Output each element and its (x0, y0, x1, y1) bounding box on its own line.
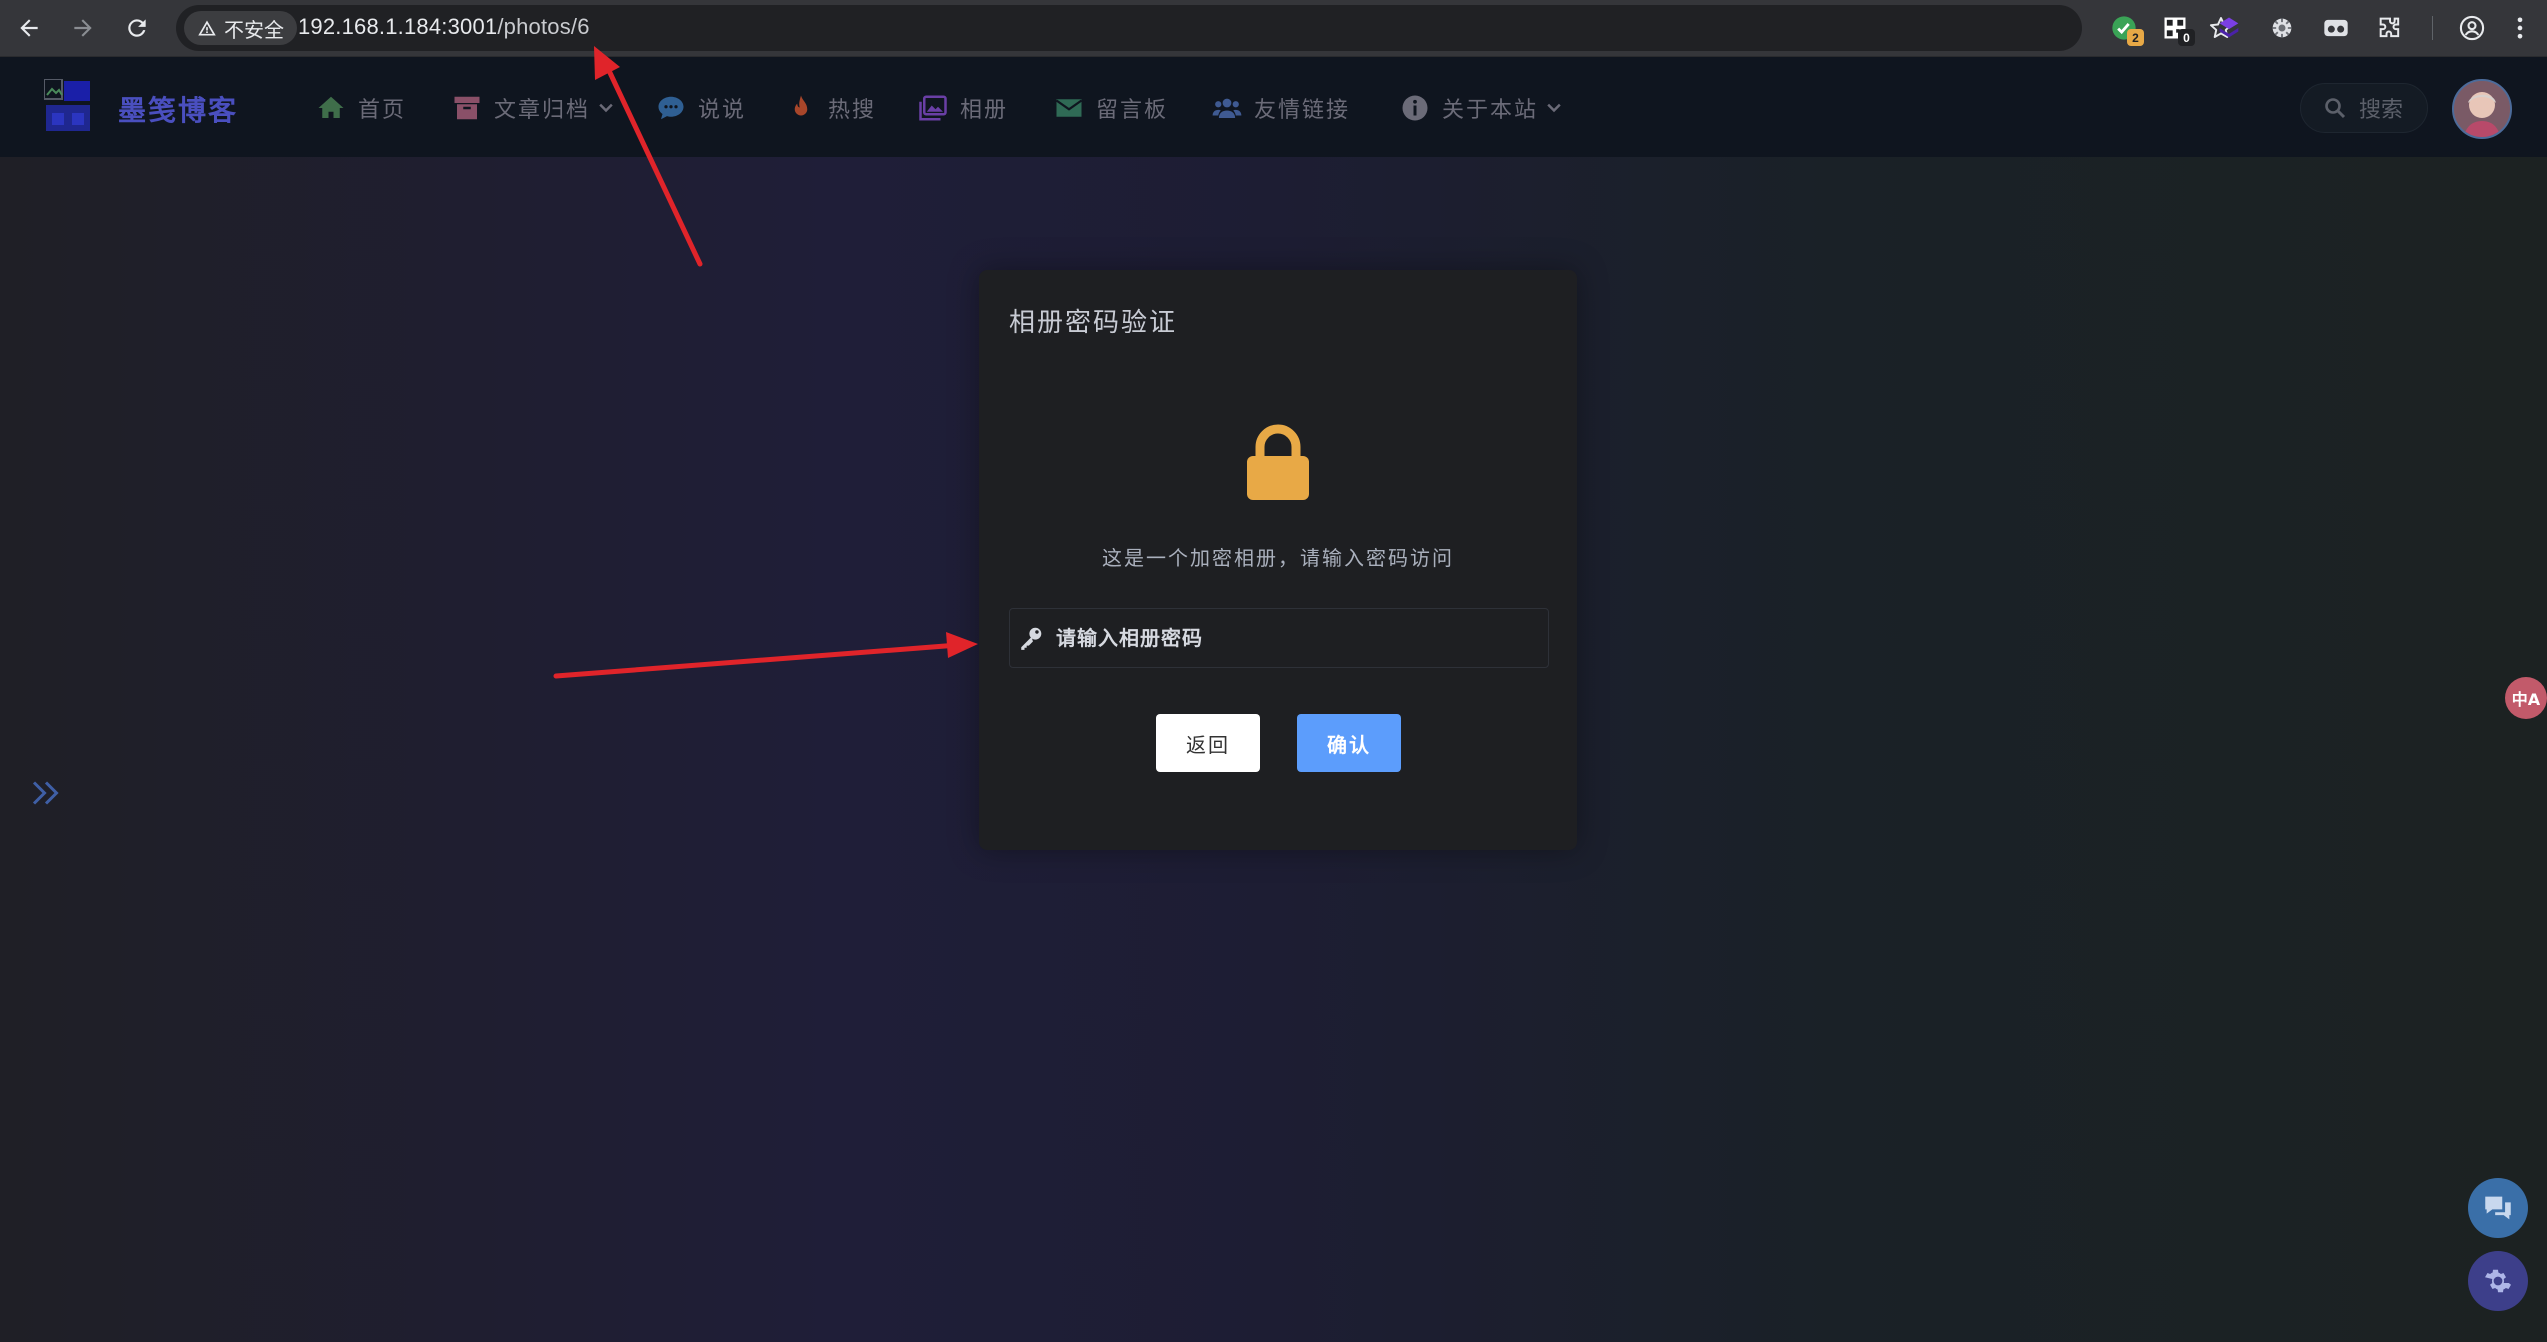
image-icon (919, 95, 947, 121)
album-password-dialog: 相册密码验证 这是一个加密相册，请输入密码访问 返回 确认 (979, 270, 1577, 850)
nav-hot-label: 热搜 (828, 98, 877, 123)
profile-button[interactable] (2452, 8, 2492, 48)
settings-float-button[interactable] (2468, 1251, 2528, 1311)
nav-home-label: 首页 (358, 98, 407, 123)
nav-album[interactable]: 相册 (918, 91, 1008, 125)
nav-archive-label: 文章归档 (494, 98, 591, 123)
puzzle-icon (2379, 17, 2400, 38)
browser-menu-button[interactable] (2500, 8, 2540, 48)
extension-gear-button[interactable] (2262, 8, 2302, 48)
dialog-message: 这是一个加密相册，请输入密码访问 (1102, 546, 1454, 570)
url-host: 192.168.1.184:3001 (298, 14, 498, 39)
extensions-menu-button[interactable] (2370, 8, 2410, 48)
users-icon (1212, 98, 1242, 118)
nav-talk[interactable]: 说说 (656, 91, 746, 125)
nav-archive[interactable]: 文章归档 (452, 91, 616, 125)
nav-about-label: 关于本站 (1442, 98, 1539, 123)
lock-icon (1247, 424, 1309, 500)
nav-talk-label: 说说 (698, 98, 747, 123)
extension-glasses-button[interactable] (2316, 8, 2356, 48)
comment-icon (658, 96, 684, 120)
home-icon (318, 96, 344, 118)
site-name[interactable]: 墨笺博客 (118, 89, 238, 129)
extension-qr-button[interactable]: 0 (2155, 8, 2195, 48)
comments-icon (2485, 1196, 2511, 1220)
envelope-icon (1055, 99, 1083, 117)
nav-home[interactable]: 首页 (316, 91, 406, 125)
more-vert-icon (2517, 17, 2523, 39)
nav-about[interactable]: 关于本站 (1400, 91, 1564, 125)
toolbar-separator (2432, 16, 2433, 40)
forward-button[interactable] (62, 7, 104, 49)
nav-hot[interactable]: 热搜 (786, 91, 876, 125)
gear-icon (2485, 1269, 2511, 1293)
fire-icon (794, 95, 808, 116)
site-search-button[interactable]: 搜索 (2300, 83, 2428, 133)
confirm-button[interactable]: 确认 (1297, 714, 1401, 772)
site-search-label: 搜索 (2359, 98, 2404, 123)
nav-album-label: 相册 (960, 98, 1009, 123)
info-icon (1402, 95, 1428, 121)
avatar-image (2454, 81, 2510, 137)
user-avatar[interactable] (2452, 79, 2512, 139)
chevron-down-icon (599, 103, 613, 113)
chat-float-button[interactable] (2468, 1178, 2528, 1238)
site-page: 墨笺博客 首页 文章归档 说说 热搜 相册 留言板 友情链接 关于本站 搜索 相… (0, 57, 2547, 1342)
password-input[interactable] (1056, 609, 1536, 667)
nav-friends[interactable]: 友情链接 (1212, 91, 1350, 125)
archive-icon (454, 96, 480, 120)
warning-icon (198, 20, 216, 36)
extension-badge: 0 (2178, 29, 2195, 46)
extension-badge: 2 (2127, 29, 2144, 46)
glasses-ext-icon (2324, 19, 2348, 37)
extension-grammar-button[interactable]: 2 (2104, 8, 2144, 48)
arrow-left-icon (20, 19, 38, 37)
profile-icon (2459, 15, 2485, 41)
back-button[interactable]: 返回 (1156, 714, 1260, 772)
gear-ext-icon (2272, 18, 2292, 38)
browser-toolbar: 不安全 192.168.1.184:3001/photos/6 2 0 (0, 0, 2547, 57)
search-icon (2325, 98, 2346, 119)
nav-guestbook-label: 留言板 (1096, 98, 1169, 123)
chevron-down-icon (1547, 103, 1561, 113)
sidebar-expand-icon[interactable] (28, 775, 64, 811)
dialog-title: 相册密码验证 (1009, 308, 1178, 338)
key-icon (1021, 627, 1042, 650)
broken-logo-image-icon[interactable] (44, 79, 92, 133)
extension-cube-button[interactable] (2209, 8, 2249, 48)
arrow-right-icon (74, 19, 92, 37)
nav-guestbook[interactable]: 留言板 (1054, 91, 1168, 125)
translate-button[interactable]: 中A (2505, 677, 2547, 719)
site-header: 墨笺博客 首页 文章归档 说说 热搜 相册 留言板 友情链接 关于本站 搜索 (0, 57, 2547, 157)
url-text[interactable]: 192.168.1.184:3001/photos/6 (298, 14, 590, 40)
password-field[interactable] (1009, 608, 1549, 668)
reload-icon (128, 19, 146, 37)
url-path: /photos/6 (497, 14, 590, 39)
purple-cube-ext-icon (2219, 17, 2239, 38)
nav-friends-label: 友情链接 (1254, 98, 1351, 123)
reload-button[interactable] (116, 7, 158, 49)
security-chip[interactable]: 不安全 (184, 11, 297, 45)
security-label: 不安全 (224, 19, 284, 42)
back-button[interactable] (8, 7, 50, 49)
address-bar[interactable]: 不安全 192.168.1.184:3001/photos/6 (176, 5, 2233, 51)
